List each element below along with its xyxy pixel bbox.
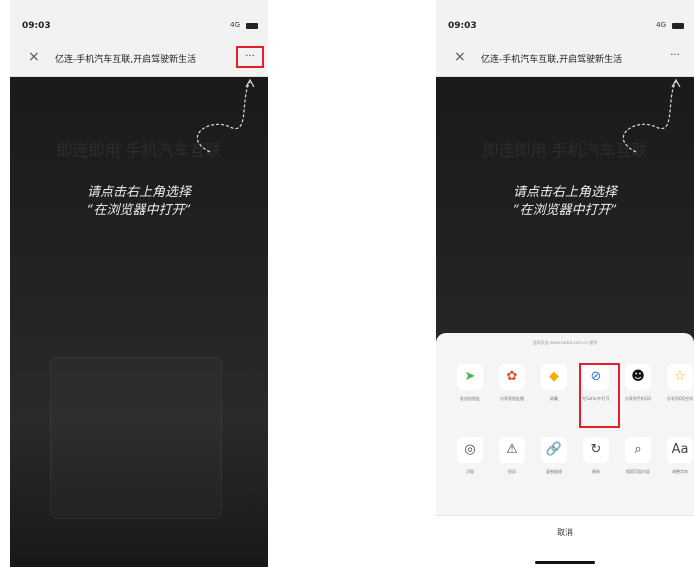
phone-screen-after: 09:03 4G × 亿连-手机汽车互联,开启驾驶新生活 ··· 即连即用 手机… [436,0,694,567]
action-row: ◎ 浮窗 ⚠ 投诉 🔗 复制链接 ↻ 刷新 ⌕ 搜索页面内容 Aa 调整字体 [436,431,694,487]
more-button[interactable]: ··· [236,46,264,68]
page-title: 亿连-手机汽车互联,开启驾驶新生活 [481,55,623,65]
sheet-item-label: 收藏 [550,396,558,401]
sheet-domain-text: 此网页由 www.carbit.com.cn 提供 [532,340,598,345]
sheet-item-label: 投诉 [508,469,516,474]
web-content: 即连即用 手机汽车互联 请点击右上角选择 “在浏览器中打开” [10,77,268,567]
phone-screen-before: 09:03 4G × 亿连-手机汽车互联,开启驾驶新生活 ··· 即连即用 手机… [10,0,268,567]
sheet-item-label: 调整字体 [672,469,688,474]
hint-text-line2: “在浏览器中打开” [86,203,192,218]
share-friend-icon[interactable]: ➤ [457,364,483,390]
home-indicator [535,561,595,564]
cancel-button[interactable]: 取消 [436,527,694,538]
moments-icon[interactable]: ✿ [499,364,525,390]
font-icon[interactable]: Aa [667,437,693,463]
sheet-item-label: 分享到朋友圈 [500,396,524,401]
sheet-item-label: 搜索页面内容 [626,469,650,474]
sheet-item-label: 分享到QQ空间 [666,396,694,401]
sheet-item-label: 发送给朋友 [460,396,480,401]
sheet-item-label: 浮窗 [466,469,474,474]
share-row: ➤ 发送给朋友 ✿ 分享到朋友圈 ◆ 收藏 ⊘ 在Safari中打开 ☻ 分享到手机QQ ☆ 分享到Q… [436,358,694,414]
hint-text-line1: 请点击右上角选择 [86,185,191,200]
cancel-bar: 取消 [436,515,694,567]
favorite-icon[interactable]: ◆ [541,364,567,390]
car-dashboard-image [50,357,222,519]
status-time: 09:03 [22,21,51,31]
more-button[interactable]: ··· [664,47,686,67]
refresh-icon[interactable]: ↻ [583,437,609,463]
background-slogan: 即连即用 手机汽车互联 [482,141,648,160]
float-icon[interactable]: ◎ [457,437,483,463]
share-sheet: 此网页由 www.carbit.com.cn 提供 ➤ 发送给朋友 ✿ 分享到朋友圈 ◆… [436,333,694,567]
hint-text-line1: 请点击右上角选择 [512,185,617,200]
page-title: 亿连-手机汽车互联,开启驾驶新生活 [55,55,197,65]
qzone-icon[interactable]: ☆ [667,364,693,390]
qq-icon[interactable]: ☻ [625,364,651,390]
search-icon[interactable]: ⌕ [625,437,651,463]
battery-icon [672,23,684,29]
status-bar: 09:03 4G [436,0,694,40]
link-icon[interactable]: 🔗 [541,437,567,463]
sheet-item-label: 分享到手机QQ [624,396,652,401]
close-icon[interactable]: × [454,49,466,65]
background-slogan: 即连即用 手机汽车互联 [56,141,222,160]
sheet-item-label: 复制链接 [546,469,562,474]
hint-text-line2: “在浏览器中打开” [512,203,618,218]
status-bar: 09:03 4G [10,0,268,40]
nav-bar: × 亿连-手机汽车互联,开启驾驶新生活 ··· [10,40,268,77]
nav-bar: × 亿连-手机汽车互联,开启驾驶新生活 ··· [436,40,694,77]
battery-icon [246,23,258,29]
status-time: 09:03 [448,21,477,31]
safari-highlight-box [579,363,620,428]
signal-icon: 4G [230,21,240,29]
close-icon[interactable]: × [28,49,40,65]
signal-icon: 4G [656,21,666,29]
sheet-item-label: 刷新 [592,469,600,474]
complaint-icon[interactable]: ⚠ [499,437,525,463]
